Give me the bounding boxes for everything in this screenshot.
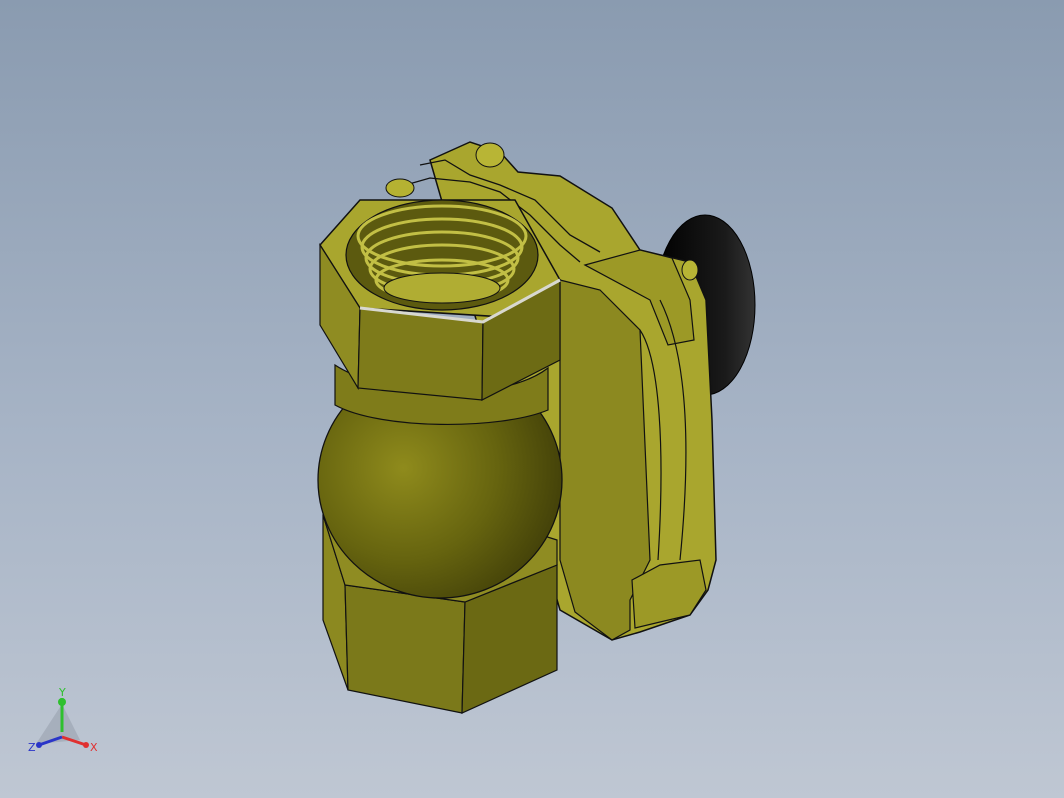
orientation-triad[interactable]: Y X Z [22,682,112,762]
y-axis-tip [58,698,66,706]
top-lug [475,142,505,168]
x-axis-label: X [90,741,98,754]
lower-hex-front [344,584,466,714]
upper-hex-front [357,307,484,401]
3d-model[interactable] [0,0,1064,798]
x-axis-tip [83,742,89,748]
thread-bore-bottom [383,272,501,304]
z-axis-tip [36,742,42,748]
y-axis-label: Y [58,686,66,699]
z-axis-label: Z [28,741,36,754]
rear-boss [385,178,415,198]
side-lug [681,259,699,281]
graphics-viewport[interactable]: Y X Z [0,0,1064,798]
